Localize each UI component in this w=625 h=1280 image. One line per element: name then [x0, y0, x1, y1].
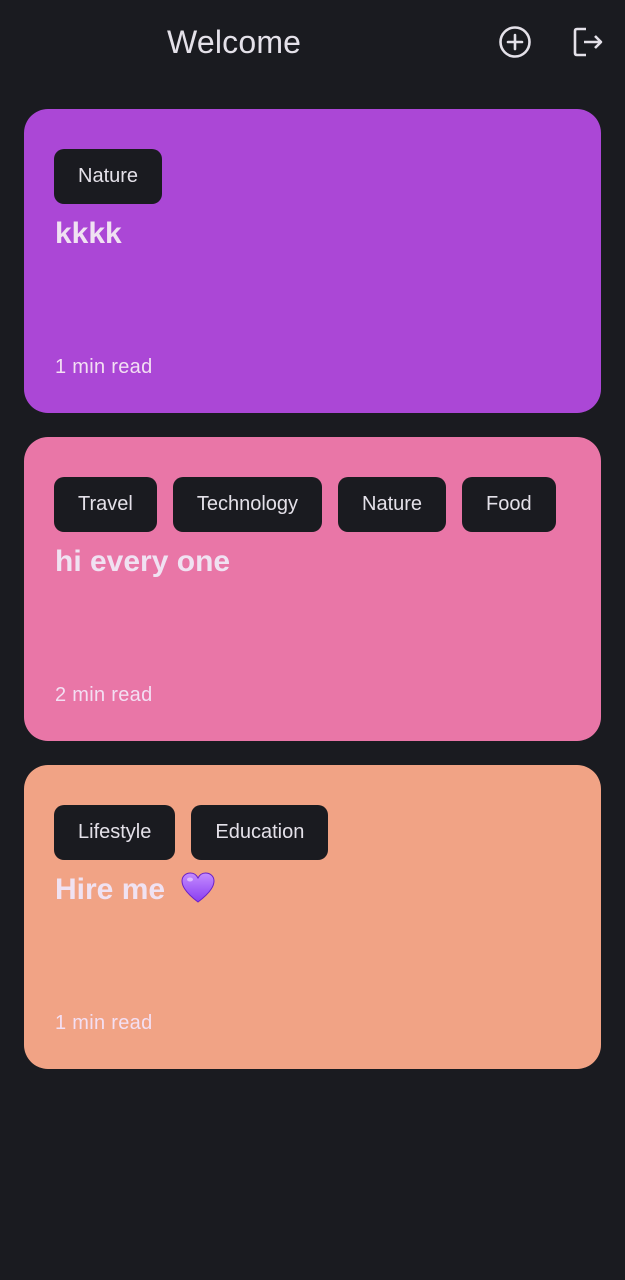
read-time: 1 min read — [55, 356, 153, 378]
tag-chip[interactable]: Travel — [54, 477, 157, 532]
post-title: hi every one — [55, 542, 230, 582]
read-time: 1 min read — [55, 1012, 153, 1034]
post-card[interactable]: Nature kkkk 1 min read — [24, 109, 601, 413]
tag-list: Nature — [54, 149, 570, 204]
logout-button[interactable] — [568, 22, 608, 62]
add-circle-icon — [499, 26, 531, 58]
add-post-button[interactable] — [495, 22, 535, 62]
post-title-text: kkkk — [55, 217, 122, 250]
post-title-text: Hire me — [55, 873, 166, 906]
tag-chip[interactable]: Technology — [172, 477, 323, 532]
post-card[interactable]: Travel Technology Nature Food hi every one … — [24, 437, 601, 741]
post-feed: Nature kkkk 1 min read Travel Technology N… — [24, 109, 601, 1093]
post-title: kkkk — [55, 214, 122, 254]
app-bar: Welcome — [0, 0, 625, 84]
page-title: Welcome — [167, 24, 302, 60]
post-card[interactable]: Lifestyle Education Hire me 1 min read — [24, 765, 601, 1069]
tag-chip[interactable]: Food — [462, 477, 556, 532]
logout-icon — [573, 27, 603, 57]
tag-chip[interactable]: Nature — [338, 477, 447, 532]
tag-chip[interactable]: Lifestyle — [54, 805, 176, 860]
tag-chip[interactable]: Education — [191, 805, 329, 860]
read-time: 2 min read — [55, 684, 153, 706]
tag-chip[interactable]: Nature — [54, 149, 163, 204]
post-title-text: hi every one — [55, 545, 231, 578]
tag-list: Lifestyle Education — [54, 805, 570, 860]
post-title: Hire me — [55, 870, 215, 910]
tag-list: Travel Technology Nature Food — [54, 477, 570, 532]
purple-heart-icon — [181, 872, 215, 903]
